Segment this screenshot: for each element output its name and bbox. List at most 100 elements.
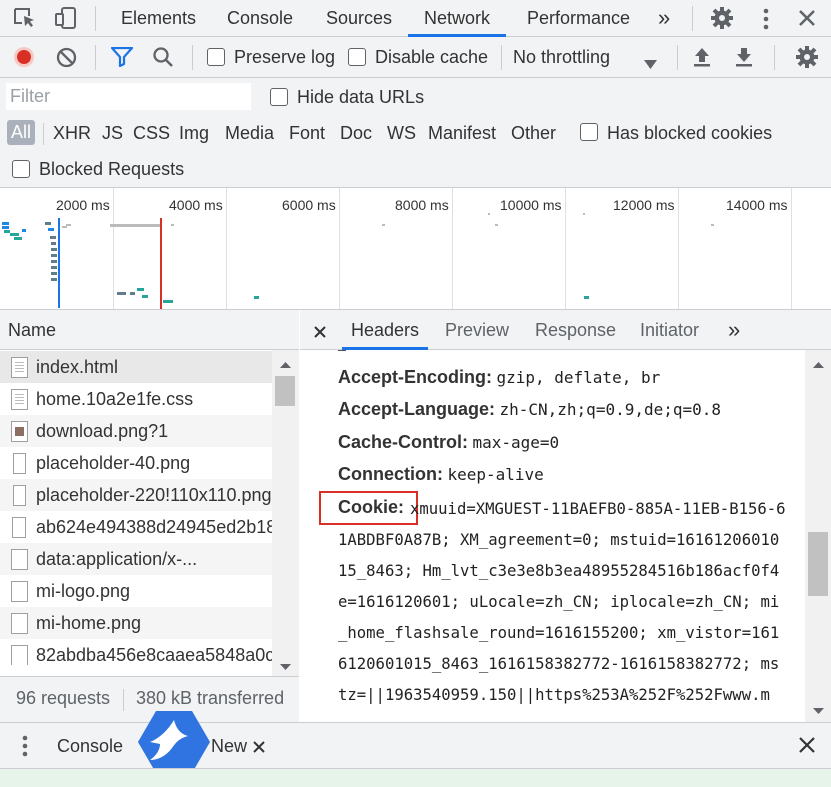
- tab-network[interactable]: Network: [408, 0, 507, 37]
- filter-type-ws[interactable]: WS: [387, 123, 416, 144]
- filter-bar: Hide data URLs All XHR JS CSS Img Media …: [0, 78, 831, 188]
- detail-tab-bar: Headers Preview Response Initiator »: [300, 310, 831, 350]
- tab-performance[interactable]: Performance: [525, 0, 632, 37]
- drawer-tab-new[interactable]: New: [211, 736, 247, 757]
- search-icon[interactable]: [152, 46, 174, 73]
- request-row[interactable]: placeholder-40.png: [0, 447, 272, 479]
- tab-preview[interactable]: Preview: [445, 310, 509, 350]
- more-detail-tabs-button[interactable]: »: [728, 310, 740, 350]
- kebab-menu-icon[interactable]: [762, 7, 770, 36]
- network-settings-gear-icon[interactable]: [795, 45, 819, 74]
- scroll-up-arrow-icon[interactable]: [272, 358, 299, 372]
- request-row[interactable]: download.png?1: [0, 415, 272, 447]
- filter-input[interactable]: [6, 83, 251, 110]
- header-cache-control: Cache-Control: max-age=0: [338, 432, 559, 453]
- device-toolbar-icon[interactable]: [54, 6, 78, 35]
- scroll-down-arrow-icon[interactable]: [272, 660, 299, 674]
- request-row[interactable]: home.10a2e1fe.css: [0, 383, 272, 415]
- close-devtools-icon[interactable]: [797, 8, 817, 33]
- drawer-menu-icon[interactable]: [21, 734, 29, 763]
- filter-type-all[interactable]: All: [7, 120, 36, 145]
- filter-type-js[interactable]: JS: [102, 123, 123, 144]
- cookie-value-line: 6120601015_8463_1616158382772-1616158382…: [338, 655, 780, 673]
- image-file-icon: [13, 453, 26, 474]
- console-message-strip: [0, 768, 831, 787]
- cookie-value-line: 1ABDBF0A87B; XM_agreement=0; mstuid=1616…: [338, 531, 780, 549]
- cookie-highlight-box: [319, 491, 418, 525]
- more-tabs-button[interactable]: »: [656, 0, 672, 37]
- network-toolbar: Preserve log Disable cache No throttling: [0, 37, 831, 78]
- preserve-log-label[interactable]: Preserve log: [234, 47, 335, 68]
- tab-initiator[interactable]: Initiator: [640, 310, 699, 350]
- file-icon: [11, 581, 28, 602]
- disable-cache-label[interactable]: Disable cache: [375, 47, 488, 68]
- timeline-waterfall-bars: [2, 213, 714, 309]
- throttling-select[interactable]: No throttling: [513, 47, 610, 68]
- blocked-requests-label[interactable]: Blocked Requests: [39, 159, 184, 180]
- filter-type-other[interactable]: Other: [511, 123, 556, 144]
- drawer-tab-console[interactable]: Console: [57, 736, 123, 757]
- header-value: gzip, deflate, br: [496, 368, 661, 387]
- scroll-up-arrow-icon[interactable]: [805, 358, 831, 372]
- request-row[interactable]: placeholder-220!110x110.png: [0, 479, 272, 511]
- request-list-scrollbar[interactable]: [272, 350, 299, 676]
- export-har-icon[interactable]: [734, 46, 754, 73]
- clear-icon[interactable]: [56, 47, 77, 73]
- filter-type-css[interactable]: CSS: [133, 123, 170, 144]
- request-row[interactable]: ab624e494388d24945ed2b18: [0, 511, 272, 543]
- record-icon[interactable]: [13, 46, 35, 73]
- request-row[interactable]: 82abdba456e8caaea5848a0cc: [0, 639, 272, 665]
- header-key: Accept-Language:: [338, 399, 496, 419]
- request-name: data:application/x-...: [36, 549, 198, 569]
- scroll-down-arrow-icon[interactable]: [805, 704, 831, 718]
- image-thumbnail-icon: [11, 421, 28, 442]
- disable-cache-checkbox[interactable]: [348, 48, 366, 66]
- close-detail-icon[interactable]: [313, 323, 327, 344]
- settings-gear-icon[interactable]: [710, 6, 734, 35]
- scrollbar-thumb[interactable]: [808, 532, 828, 596]
- timeline-overview[interactable]: 2000 ms 4000 ms 6000 ms 8000 ms 10000 ms…: [0, 188, 831, 310]
- file-icon: [11, 613, 28, 634]
- filter-funnel-icon[interactable]: [110, 46, 134, 72]
- dropdown-arrow-icon[interactable]: [644, 53, 657, 74]
- filter-type-media[interactable]: Media: [225, 123, 274, 144]
- request-row[interactable]: index.html: [0, 351, 272, 383]
- tab-headers[interactable]: Headers: [342, 310, 429, 350]
- toolbar-divider: [501, 45, 502, 70]
- filter-type-img[interactable]: Img: [179, 123, 209, 144]
- scrollbar-thumb[interactable]: [275, 376, 295, 406]
- inspect-element-icon[interactable]: [13, 7, 37, 34]
- stylesheet-file-icon: [11, 389, 28, 410]
- header-value: keep-alive: [447, 465, 544, 484]
- request-row[interactable]: data:application/x-...: [0, 543, 272, 575]
- request-row[interactable]: mi-logo.png: [0, 575, 272, 607]
- close-drawer-tab-icon[interactable]: [252, 738, 266, 759]
- has-blocked-cookies-label[interactable]: Has blocked cookies: [607, 123, 772, 144]
- hide-data-urls-checkbox[interactable]: [270, 88, 288, 106]
- request-name: index.html: [36, 357, 119, 377]
- tab-elements[interactable]: Elements: [119, 0, 198, 37]
- request-row[interactable]: mi-home.png: [0, 607, 272, 639]
- close-drawer-icon[interactable]: [798, 736, 816, 759]
- preserve-log-checkbox[interactable]: [207, 48, 225, 66]
- filter-type-doc[interactable]: Doc: [340, 123, 372, 144]
- request-name: download.png?1: [36, 421, 169, 441]
- filter-type-xhr[interactable]: XHR: [53, 123, 91, 144]
- header-accept-encoding: Accept-Encoding: gzip, deflate, br: [338, 367, 660, 388]
- name-column-header[interactable]: Name: [0, 310, 299, 350]
- request-name: 82abdba456e8caaea5848a0cc: [36, 645, 272, 665]
- filter-type-font[interactable]: Font: [289, 123, 325, 144]
- image-file-icon: [13, 485, 26, 506]
- hide-data-urls-label[interactable]: Hide data URLs: [297, 87, 424, 108]
- tab-response[interactable]: Response: [535, 310, 616, 350]
- request-detail-panel: Headers Preview Response Initiator » Acc…: [300, 310, 831, 722]
- filter-type-manifest[interactable]: Manifest: [428, 123, 496, 144]
- import-har-icon[interactable]: [692, 46, 712, 73]
- blocked-requests-checkbox[interactable]: [12, 160, 30, 178]
- tab-sources[interactable]: Sources: [324, 0, 394, 37]
- has-blocked-cookies-checkbox[interactable]: [580, 123, 598, 141]
- request-headers-content: Accept-Encoding: gzip, deflate, br Accep…: [300, 350, 805, 722]
- tab-console[interactable]: Console: [225, 0, 295, 37]
- header-value: max-age=0: [472, 433, 560, 452]
- headers-scrollbar[interactable]: [805, 350, 831, 722]
